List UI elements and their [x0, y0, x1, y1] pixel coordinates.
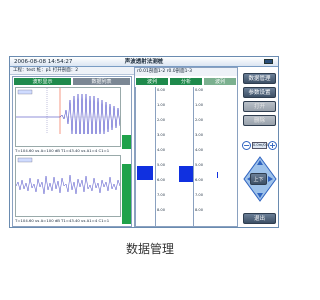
depth-tick: 7.00 — [195, 193, 204, 197]
depth-tick: 6.00 — [195, 178, 204, 182]
depth-tick: 7.00 — [157, 193, 166, 197]
tab-waveform-display[interactable]: 波形显示 — [13, 77, 72, 86]
image-caption: 数据管理 — [125, 242, 174, 256]
plot1-stats: T=104.60 us A=100 dB T1=43.40 us A1=4 C1… — [15, 148, 110, 153]
waveform-plot-2[interactable] — [15, 155, 121, 217]
waveform-1-footer — [16, 134, 120, 146]
control-panel: 数据管理 参数设置 打开 删除 − 0.0m/0.0m + 上下 退出 — [240, 67, 278, 227]
profile-col-3[interactable] — [193, 87, 239, 227]
app-title: 声波透射法测桩 — [124, 59, 164, 65]
profile-col-1[interactable] — [135, 87, 155, 227]
center-button[interactable]: 上下 — [250, 173, 267, 185]
depth-tick: 8.00 — [195, 208, 204, 212]
tab-analysis[interactable]: 分析 — [169, 77, 203, 86]
depth-tick: 1.00 — [157, 103, 166, 107]
waveform-plot-1[interactable] — [15, 87, 121, 147]
data-management-button[interactable]: 数据管理 — [243, 73, 276, 84]
depth-tick: 8.00 — [157, 208, 166, 212]
depth-tick: 3.00 — [195, 133, 204, 137]
amplitude-bar-1 — [122, 135, 131, 149]
waveform-tabs: 波形显示 数据列表 — [13, 77, 131, 86]
waveform-2-trace — [15, 174, 121, 195]
waveform-2-svg — [15, 157, 121, 216]
depth-tick: 0.00 — [195, 88, 204, 92]
anomaly-block-2 — [179, 166, 193, 182]
plot2-stats: T=104.60 us A=100 dB T1=43.40 us A1=4 C1… — [15, 218, 110, 223]
depth-tick: 4.00 — [157, 148, 166, 152]
depth-tick: 5.00 — [157, 163, 166, 167]
depth-tick: 4.00 — [195, 148, 204, 152]
depth-tick: 5.00 — [195, 163, 204, 167]
zoom-in-button[interactable]: + — [268, 141, 277, 150]
waveform-panel: 波形显示 数据列表 T=104.60 us A=100 dB T1=43.40 … — [12, 76, 132, 227]
profile-panel: r0.01剖面1-2 r0.0剖面1-3 波列 分析 波列 0.00 1.00 … — [134, 67, 238, 227]
waveform-1-svg — [16, 88, 121, 146]
depth-tick: 3.00 — [157, 133, 166, 137]
parameter-settings-button[interactable]: 参数设置 — [243, 87, 276, 98]
profile-tabs: 波列 分析 波列 — [135, 77, 237, 86]
depth-tick: 2.00 — [195, 118, 204, 122]
open-button[interactable]: 打开 — [243, 101, 276, 112]
waveform-1-marker — [17, 89, 33, 95]
delete-button[interactable]: 删除 — [243, 115, 276, 126]
anomaly-mark — [217, 172, 218, 178]
depth-tick: 1.00 — [195, 103, 204, 107]
profile-col-2[interactable] — [155, 87, 193, 227]
amplitude-bar-2 — [122, 164, 131, 224]
range-readout: 0.0m/0.0m — [252, 142, 273, 149]
anomaly-block-1 — [137, 166, 153, 180]
app-window: 2006-08-08 14:54:27 声波透射法测桩 工程：test 桩：p1… — [9, 56, 279, 228]
battery-icon — [264, 59, 273, 64]
profile-header: r0.01剖面1-2 r0.0剖面1-3 — [135, 68, 237, 76]
zoom-out-button[interactable]: − — [242, 141, 251, 150]
depth-tick: 0.00 — [157, 88, 166, 92]
depth-tick: 2.00 — [157, 118, 166, 122]
depth-tick: 6.00 — [157, 178, 166, 182]
exit-button[interactable]: 退出 — [243, 213, 276, 224]
tab-data-list[interactable]: 数据列表 — [72, 77, 131, 86]
tab-wave-train-2[interactable]: 波列 — [203, 77, 237, 86]
title-bar: 2006-08-08 14:54:27 声波透射法测桩 — [10, 57, 278, 67]
tab-wave-train-1[interactable]: 波列 — [135, 77, 169, 86]
